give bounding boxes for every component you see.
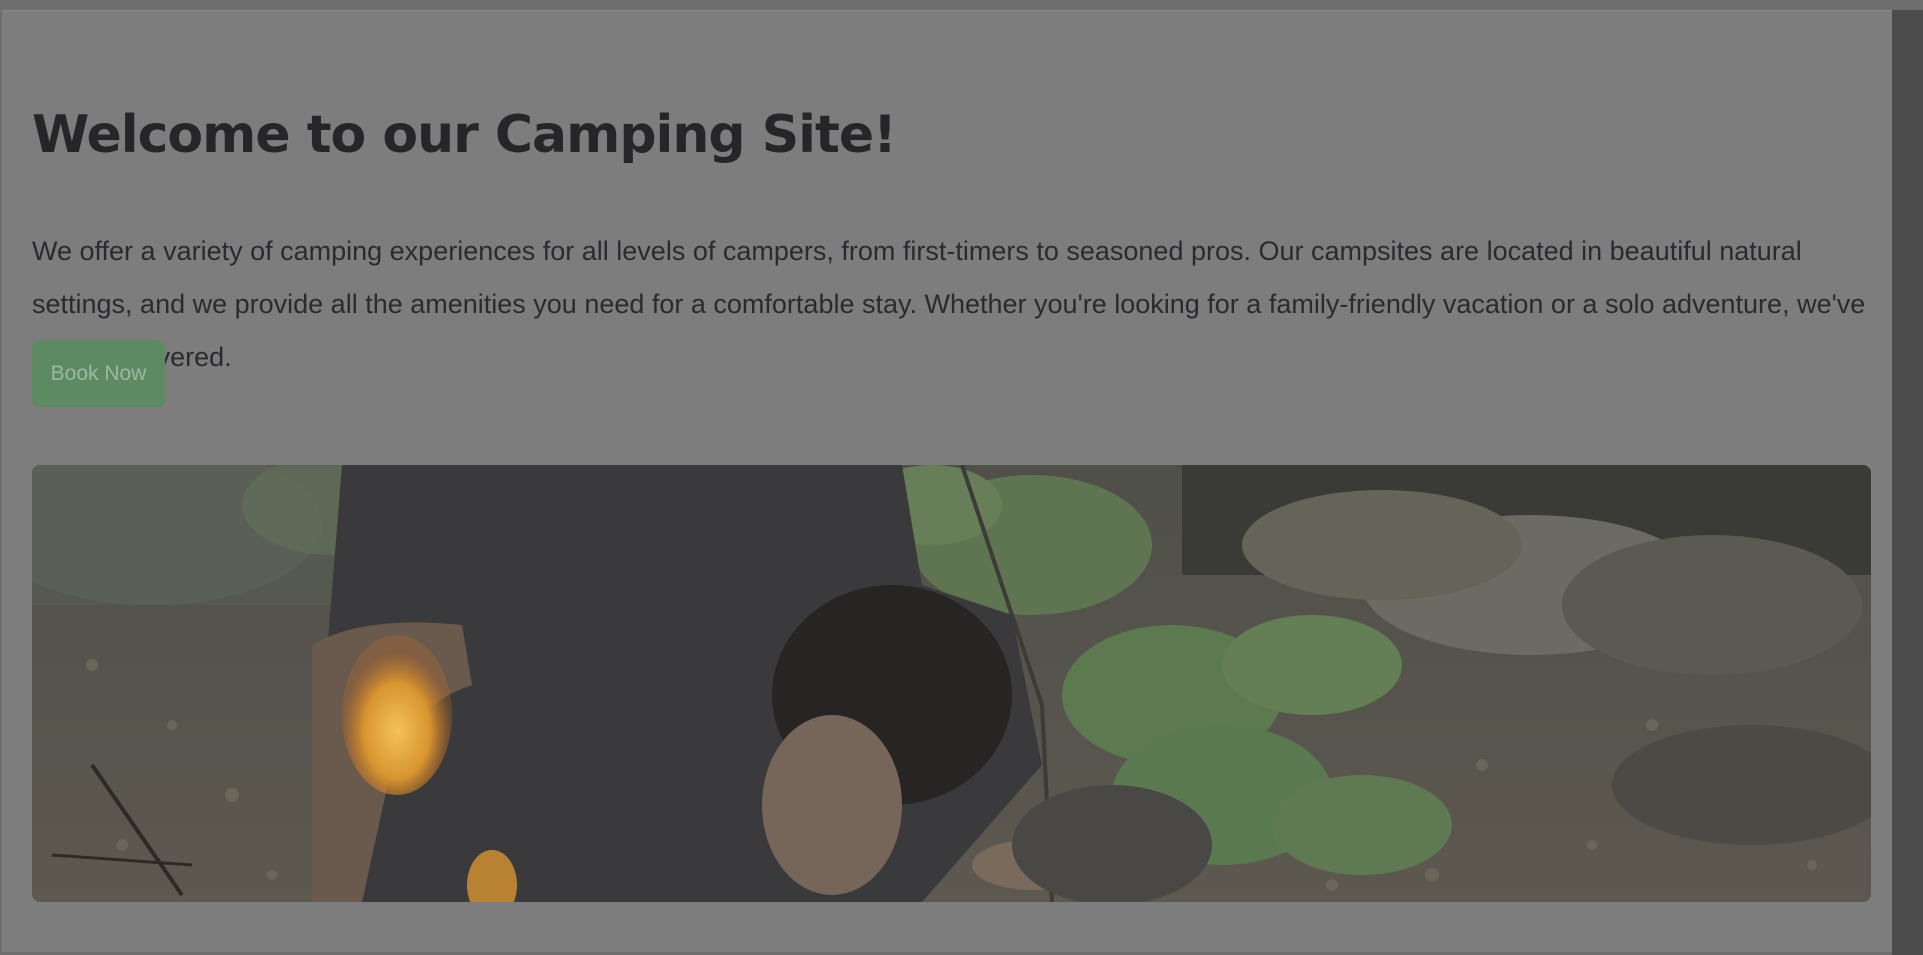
page-title: Welcome to our Camping Site! (32, 105, 897, 165)
vertical-scrollbar[interactable] (1892, 10, 1923, 955)
browser-viewport: Welcome to our Camping Site! We offer a … (0, 0, 1923, 955)
camper-photo-illustration (32, 465, 1871, 902)
book-now-button[interactable]: Book Now (32, 340, 165, 407)
intro-paragraph: We offer a variety of camping experience… (32, 236, 1866, 372)
page-body: Welcome to our Camping Site! We offer a … (2, 10, 1892, 952)
hero-image (32, 465, 1871, 902)
